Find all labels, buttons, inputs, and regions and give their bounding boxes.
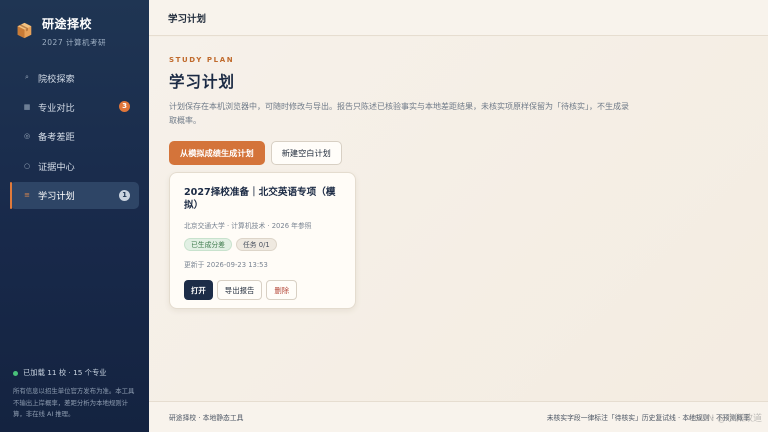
- data-status-text: 已加载 11 校 · 15 个专业: [23, 368, 107, 377]
- sidebar-item-evidence-center[interactable]: ○ 证据中心: [10, 152, 139, 179]
- brand-title: 研途择校: [42, 17, 93, 31]
- status-dot-icon: [13, 370, 18, 376]
- plan-count-badge: 1: [119, 189, 130, 201]
- sidebar: 研途择校 2027 计算机考研 ⌕ 院校探索 ▦ 专业对比 3 ◎ 备考差距 ○…: [0, 0, 149, 432]
- task-count-badge: 任务 0/1: [235, 238, 277, 251]
- circle-icon: ○: [23, 161, 31, 170]
- page-title: 学习计划: [169, 73, 236, 91]
- section-eyebrow: STUDY PLAN: [169, 56, 235, 64]
- sidebar-item-label: 备考差距: [38, 132, 75, 144]
- list-icon: ≡: [24, 191, 30, 200]
- plan-actions: 从模拟成绩生成计划 新建空白计划: [169, 141, 768, 165]
- plan-updated-time: 更新于 2026-09-23 13:53: [184, 261, 268, 269]
- sidebar-item-prep-gap[interactable]: ◎ 备考差距: [10, 123, 139, 150]
- sidebar-nav: ⌕ 院校探索 ▦ 专业对比 3 ◎ 备考差距 ○ 证据中心 ≡ 学习计划 1: [0, 64, 149, 209]
- topbar-title: 学习计划: [168, 13, 207, 25]
- watermark: CSDN @水渊致道: [688, 414, 762, 424]
- box-icon: [17, 22, 32, 39]
- sidebar-item-label: 专业对比: [38, 102, 75, 114]
- topbar: 学习计划: [149, 0, 768, 36]
- open-plan-button[interactable]: 打开: [184, 280, 213, 300]
- grid-icon: ▦: [23, 102, 31, 111]
- sidebar-item-major-compare[interactable]: ▦ 专业对比 3: [10, 93, 139, 120]
- sidebar-item-label: 证据中心: [38, 161, 75, 173]
- plan-card-actions: 打开 导出报告 删除: [184, 280, 341, 300]
- delete-plan-button[interactable]: 删除: [266, 280, 298, 300]
- sidebar-item-school-explore[interactable]: ⌕ 院校探索: [10, 64, 139, 91]
- data-status: 已加载 11 校 · 15 个专业: [13, 368, 107, 378]
- new-blank-plan-button[interactable]: 新建空白计划: [270, 141, 342, 165]
- search-icon: ⌕: [25, 73, 29, 81]
- brand[interactable]: 研途择校 2027 计算机考研: [0, 0, 149, 60]
- sidebar-item-study-plan[interactable]: ≡ 学习计划 1: [10, 181, 139, 209]
- plan-card[interactable]: 2027择校准备｜北交英语专项（模拟） 北京交通大学 · 计算机技术 · 202…: [169, 172, 356, 309]
- page-description: 计划保存在本机浏览器中，可随时修改与导出。报告只陈述已核验事实与本地差距结果，未…: [169, 102, 629, 125]
- plan-tags: 已生成分差 任务 0/1: [184, 238, 341, 251]
- plan-meta: 北京交通大学 · 计算机技术 · 2026 年参照: [184, 222, 312, 230]
- disclaimer-note: 所有信息以招生单位官方发布为准。本工具不输出上岸概率，差距分析为本地规则计算，非…: [13, 387, 135, 418]
- main-content: STUDY PLAN 学习计划 计划保存在本机浏览器中，可随时修改与导出。报告只…: [149, 37, 768, 401]
- target-icon: ◎: [23, 132, 31, 141]
- status-badge: 已生成分差: [184, 238, 232, 251]
- sidebar-item-label: 学习计划: [38, 191, 75, 203]
- footer-left-text: 研途择校 · 本地静态工具: [169, 414, 244, 422]
- brand-subtitle: 2027 计算机考研: [42, 38, 106, 47]
- sidebar-item-label: 院校探索: [38, 73, 75, 85]
- footer: 研途择校 · 本地静态工具 未核实字段一律标注「待核实」历史复试线 · 本地规则…: [149, 401, 768, 432]
- plan-title: 2027择校准备｜北交英语专项（模拟）: [184, 187, 336, 211]
- generate-from-scores-button[interactable]: 从模拟成绩生成计划: [169, 141, 265, 165]
- export-report-button[interactable]: 导出报告: [216, 280, 263, 300]
- compare-count-badge: 3: [119, 101, 130, 113]
